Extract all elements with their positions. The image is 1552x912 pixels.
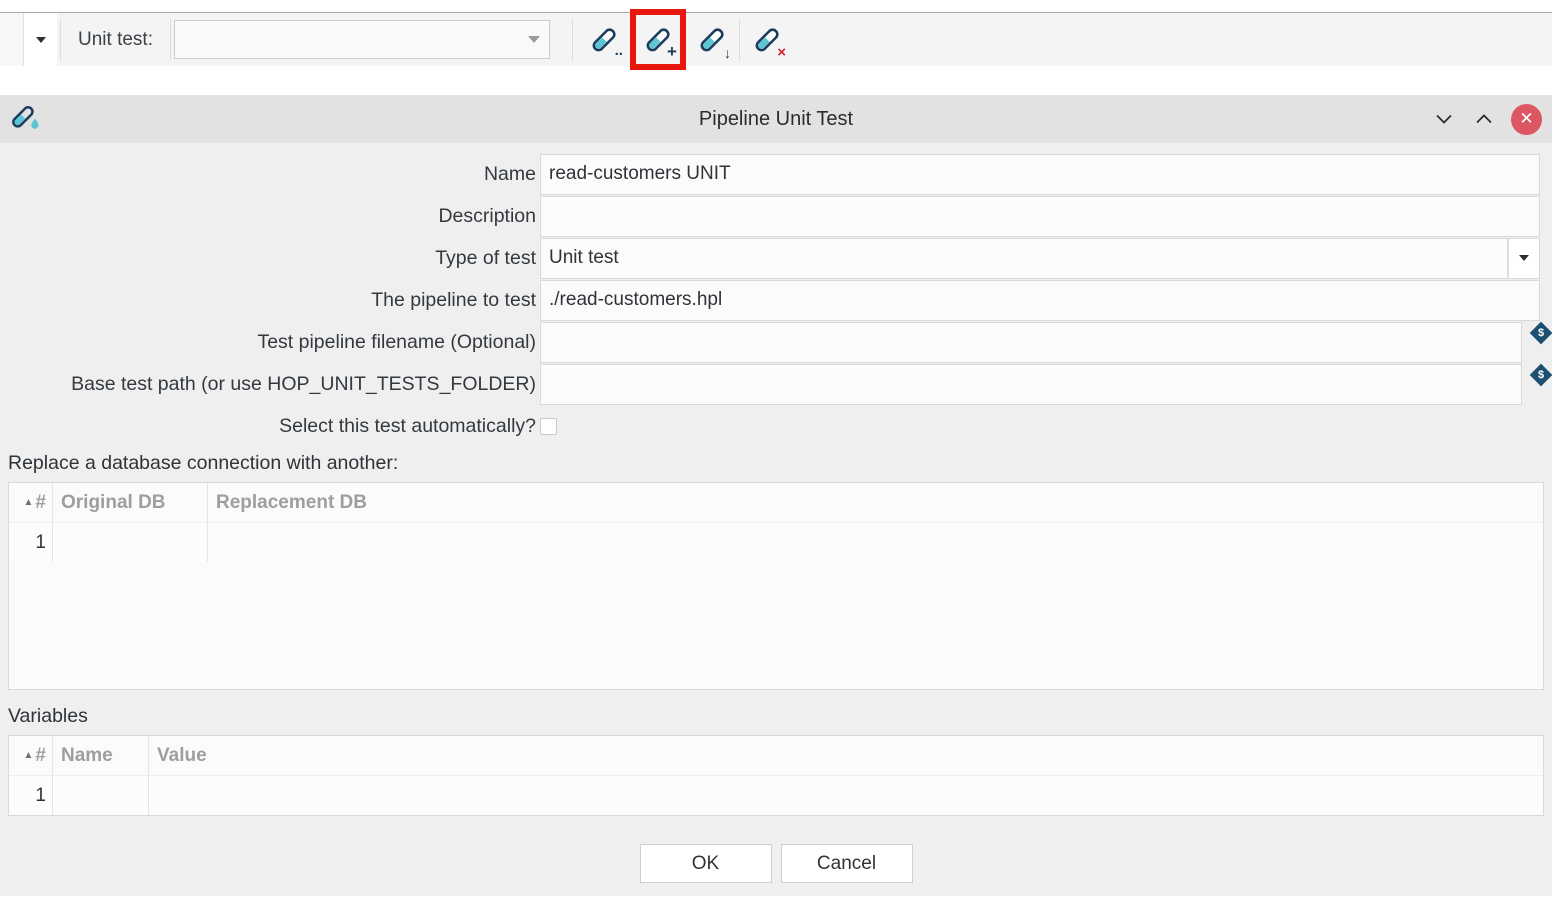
db-table-empty-area — [9, 562, 1543, 689]
db-header-replacement[interactable]: Replacement DB — [207, 483, 1543, 522]
db-table-header[interactable]: ▲ # Original DB Replacement DB — [9, 483, 1543, 522]
form-row-test-filename: Test pipeline filename (Optional) $ — [0, 321, 1552, 363]
db-table-row[interactable]: 1 — [9, 522, 1543, 562]
detach-unit-test-button[interactable]: ↓ — [690, 13, 734, 66]
toolbar-separator — [739, 19, 740, 60]
description-input[interactable] — [540, 196, 1540, 237]
form-row-auto-select: Select this test automatically? — [0, 405, 1552, 447]
variables-table-row[interactable]: 1 — [9, 775, 1543, 815]
chevron-down-icon — [1432, 107, 1456, 131]
window-gap — [0, 66, 1552, 95]
db-row-replacement-cell[interactable] — [207, 523, 1543, 562]
collapse-button[interactable] — [1431, 106, 1457, 132]
delete-unit-test-button[interactable]: × — [745, 13, 789, 66]
window-top-strip — [0, 0, 1552, 13]
db-row-num: 1 — [9, 523, 52, 562]
form-row-base-path: Base test path (or use HOP_UNIT_TESTS_FO… — [0, 363, 1552, 405]
db-replace-section-label: Replace a database connection with anoth… — [0, 447, 1552, 482]
dialog-form: Name Description Type of test The pipeli… — [0, 143, 1552, 447]
base-path-label: Base test path (or use HOP_UNIT_TESTS_FO… — [0, 373, 540, 396]
close-icon: ✕ — [1519, 109, 1533, 129]
combo-arrow-zone[interactable] — [519, 36, 549, 43]
cancel-button[interactable]: Cancel — [781, 844, 913, 883]
name-input[interactable] — [540, 154, 1540, 195]
test-filename-label: Test pipeline filename (Optional) — [0, 331, 540, 354]
unit-test-combo-input[interactable] — [175, 21, 519, 58]
variables-row-value-cell[interactable] — [148, 776, 1543, 815]
new-unit-test-button[interactable]: + — [636, 15, 680, 64]
pipeline-label: The pipeline to test — [0, 289, 540, 312]
variables-table: ▲ # Name Value 1 — [8, 735, 1544, 816]
name-label: Name — [0, 163, 540, 186]
auto-select-checkbox[interactable] — [540, 418, 557, 435]
variable-icon[interactable]: $ — [1530, 321, 1552, 344]
variables-table-header[interactable]: ▲ # Name Value — [9, 736, 1543, 775]
unit-test-combobox[interactable] — [174, 20, 550, 59]
form-row-name: Name — [0, 153, 1552, 195]
down-badge: ↓ — [724, 46, 731, 60]
edit-badge: .. — [615, 43, 623, 58]
add-badge: + — [667, 43, 677, 60]
type-of-test-label: Type of test — [0, 247, 540, 270]
edit-unit-test-button[interactable]: .. — [582, 13, 626, 66]
form-row-pipeline: The pipeline to test — [0, 279, 1552, 321]
base-path-input[interactable] — [540, 364, 1522, 405]
auto-select-label: Select this test automatically? — [0, 415, 540, 438]
chevron-up-icon — [1472, 107, 1496, 131]
type-of-test-input[interactable] — [540, 238, 1508, 279]
description-label: Description — [0, 205, 540, 228]
db-row-original-cell[interactable] — [52, 523, 207, 562]
test-filename-input[interactable] — [540, 322, 1522, 363]
variables-header-num[interactable]: ▲ # — [9, 736, 52, 775]
unit-test-label: Unit test: — [64, 13, 167, 66]
type-of-test-dropdown-button[interactable] — [1508, 238, 1540, 279]
dialog-bottom-padding — [0, 883, 1552, 896]
chevron-down-icon — [36, 37, 46, 43]
close-button[interactable]: ✕ — [1511, 104, 1542, 135]
variable-icon[interactable]: $ — [1530, 363, 1552, 386]
db-header-original[interactable]: Original DB — [52, 483, 207, 522]
chevron-down-icon — [528, 36, 540, 43]
toolbar-separator — [60, 19, 61, 60]
toolbar-dropdown-button[interactable] — [24, 13, 57, 66]
db-replace-table: ▲ # Original DB Replacement DB 1 — [8, 482, 1544, 690]
ok-button[interactable]: OK — [640, 844, 772, 883]
variables-header-value[interactable]: Value — [148, 736, 1543, 775]
variables-row-name-cell[interactable] — [52, 776, 148, 815]
dialog-title: Pipeline Unit Test — [0, 108, 1552, 131]
form-row-description: Description — [0, 195, 1552, 237]
dialog-button-row: OK Cancel — [0, 844, 1552, 883]
pipeline-unit-test-dialog: Pipeline Unit Test ✕ Name Description — [0, 95, 1552, 896]
form-row-type-of-test: Type of test — [0, 237, 1552, 279]
unit-test-toolbar: Unit test: .. + ↓ × — [0, 13, 1552, 66]
sort-ascending-icon: ▲ — [24, 498, 34, 508]
chevron-down-icon — [1519, 255, 1529, 261]
variables-header-name[interactable]: Name — [52, 736, 148, 775]
dialog-titlebar: Pipeline Unit Test ✕ — [0, 95, 1552, 143]
variables-row-num: 1 — [9, 776, 52, 815]
pipeline-input[interactable] — [540, 280, 1540, 321]
sort-ascending-icon: ▲ — [24, 751, 34, 761]
test-tube-down-icon — [697, 25, 727, 55]
variables-section-label: Variables — [0, 703, 1552, 735]
delete-badge: × — [777, 45, 786, 60]
db-header-num[interactable]: ▲ # — [9, 483, 52, 522]
toolbar-separator — [572, 19, 573, 60]
toolbar-separator — [170, 19, 171, 60]
expand-button[interactable] — [1471, 106, 1497, 132]
toolbar-edge-button[interactable] — [0, 13, 24, 66]
